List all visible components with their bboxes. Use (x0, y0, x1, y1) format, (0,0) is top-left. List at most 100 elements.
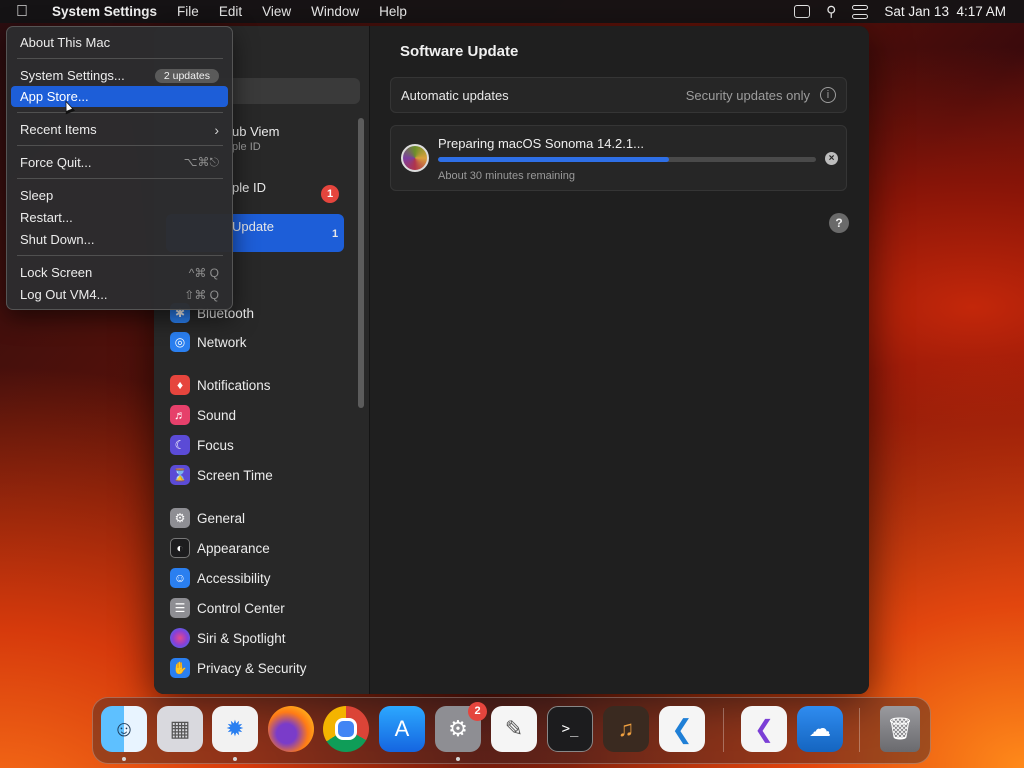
visual-studio-icon[interactable]: ❮ (741, 706, 787, 752)
sidebar-item-control-center[interactable]: ☰ Control Center (170, 596, 285, 620)
system-settings-badge: 2 (468, 702, 487, 721)
menu-view[interactable]: View (252, 4, 301, 19)
menu-item-label: App Store... (20, 89, 89, 104)
vscode-icon[interactable]: ❮ (659, 706, 705, 752)
control-center-icon[interactable] (852, 4, 869, 19)
page-title: Software Update (400, 43, 519, 60)
apple-menu-dropdown: About This Mac System Settings... 2 upda… (6, 26, 233, 310)
sidebar-item-label: Accessibility (197, 570, 271, 586)
automatic-updates-row: Automatic updates Security updates only … (390, 77, 847, 113)
sidebar-item-general[interactable]: ⚙ General (170, 506, 245, 530)
menu-item-recent-items[interactable]: Recent Items › (11, 119, 228, 140)
menu-item-sleep[interactable]: Sleep (11, 185, 228, 206)
menu-item-about-this-mac[interactable]: About This Mac (11, 32, 228, 53)
sidebar-item-focus[interactable]: ☾ Focus (170, 433, 234, 457)
sidebar-item-notifications[interactable]: ♦ Notifications (170, 373, 271, 397)
menu-separator (17, 58, 223, 59)
sidebar-item-label: Siri & Spotlight (197, 630, 286, 646)
menu-item-label: Restart... (20, 210, 73, 225)
sidebar-item-network[interactable]: ◎ Network (170, 330, 247, 354)
running-indicator (456, 757, 460, 761)
menu-item-label: Shut Down... (20, 232, 95, 247)
menu-app-name[interactable]: System Settings (44, 4, 167, 19)
sidebar-item-sound[interactable]: ♬ Sound (170, 403, 236, 427)
app-store-icon[interactable]: A (379, 706, 425, 752)
weather-icon[interactable]: ☁ (797, 706, 843, 752)
apple-menu-icon[interactable]:  (0, 3, 44, 21)
sidebar-item-label: Update (232, 219, 274, 234)
menu-shortcut: ⌥⌘⎋ (183, 155, 219, 169)
sidebar-item-label: Network (197, 334, 247, 350)
speaker-icon: ♬ (170, 405, 190, 425)
update-title: Preparing macOS Sonoma 14.2.1... (438, 136, 644, 151)
menu-separator (17, 255, 223, 256)
sidebar-scrollbar[interactable] (358, 118, 364, 408)
hand-icon: ✋ (170, 658, 190, 678)
menu-item-lock-screen[interactable]: Lock Screen ^⌘ Q (11, 262, 228, 283)
sidebar-item-label: Appearance (197, 540, 270, 556)
menu-item-app-store[interactable]: App Store... (11, 86, 228, 107)
sidebar-item-accessibility[interactable]: ☺ Accessibility (170, 566, 271, 590)
menu-item-label: About This Mac (20, 35, 111, 50)
sidebar-item-label: Sound (197, 407, 237, 423)
menu-separator (17, 112, 223, 113)
menu-item-log-out[interactable]: Log Out VM4... ⇧⌘ Q (11, 284, 228, 305)
account-row[interactable]: ub Viem ple ID (232, 124, 279, 153)
sidebar-item-siri-spotlight[interactable]: Siri & Spotlight (170, 626, 286, 650)
apple-id-badge: 1 (321, 185, 339, 203)
terminal-icon[interactable]: >_ (547, 706, 593, 752)
account-subtitle: ple ID (232, 141, 261, 153)
menu-item-label: Lock Screen (20, 265, 93, 280)
sidebar-item-label: Notifications (197, 377, 271, 393)
trash-icon[interactable]: 🗑 (880, 706, 920, 752)
menu-help[interactable]: Help (369, 4, 417, 19)
gear-icon: ⚙ (170, 508, 190, 528)
menu-edit[interactable]: Edit (209, 4, 252, 19)
automatic-updates-label: Automatic updates (401, 87, 509, 103)
updates-badge: 2 updates (154, 68, 219, 83)
textedit-icon[interactable]: ✎ (491, 706, 537, 752)
menu-separator (17, 145, 223, 146)
menu-item-shut-down[interactable]: Shut Down... (11, 229, 228, 250)
account-name: ub Viem (232, 124, 280, 139)
cancel-update-button[interactable]: × (825, 152, 838, 165)
spotlight-search-icon[interactable]: ⚲ (826, 3, 836, 20)
chrome-icon[interactable] (323, 706, 369, 752)
sidebar-item-screen-time[interactable]: ⌛ Screen Time (170, 463, 273, 487)
garageband-icon[interactable]: ♫ (603, 706, 649, 752)
update-progress-fill (438, 157, 669, 162)
menu-item-label: System Settings... (20, 68, 125, 83)
menu-shortcut: ⇧⌘ Q (184, 287, 219, 302)
menu-item-force-quit[interactable]: Force Quit... ⌥⌘⎋ (11, 152, 228, 173)
main-pane: Software Update Automatic updates Securi… (370, 26, 869, 694)
finder-icon[interactable]: ☺ (101, 706, 147, 752)
sidebar-item-label: General (197, 510, 246, 526)
running-indicator (122, 757, 126, 761)
menu-window[interactable]: Window (301, 4, 369, 19)
sidebar-item-label: Screen Time (197, 467, 273, 483)
menu-file[interactable]: File (167, 4, 209, 19)
info-icon[interactable]: i (820, 87, 836, 103)
dock-separator (723, 708, 724, 752)
menu-separator (17, 178, 223, 179)
menu-item-restart[interactable]: Restart... (11, 207, 228, 228)
moon-icon: ☾ (170, 435, 190, 455)
sidebar-item-appearance[interactable]: ◐ Appearance (170, 536, 270, 560)
update-progress-bar (438, 157, 816, 162)
launchpad-icon[interactable]: ▦ (157, 706, 203, 752)
sidebar-item-apple-id[interactable]: ple ID (232, 180, 266, 195)
automatic-updates-value: Security updates only (685, 87, 810, 103)
help-button[interactable]: ? (829, 213, 849, 233)
menu-item-system-settings[interactable]: System Settings... 2 updates (11, 65, 228, 86)
dock: ☺ ▦ ✹ A ⚙ 2 ✎ >_ ♫ ❮ ❮ ☁ 🗑 (92, 697, 931, 764)
menu-item-label: Recent Items (20, 122, 97, 137)
sidebar-item-privacy-security[interactable]: ✋ Privacy & Security (170, 656, 307, 680)
screen-mirroring-icon[interactable] (794, 5, 811, 18)
menu-clock[interactable]: Sat Jan 13 4:17 AM (884, 4, 1006, 19)
menu-item-label: Force Quit... (20, 155, 92, 170)
bell-icon: ♦ (170, 375, 190, 395)
sidebar-item-label: Privacy & Security (197, 660, 307, 676)
siri-icon (170, 628, 190, 648)
safari-icon[interactable]: ✹ (212, 706, 258, 752)
firefox-icon[interactable] (268, 706, 314, 752)
